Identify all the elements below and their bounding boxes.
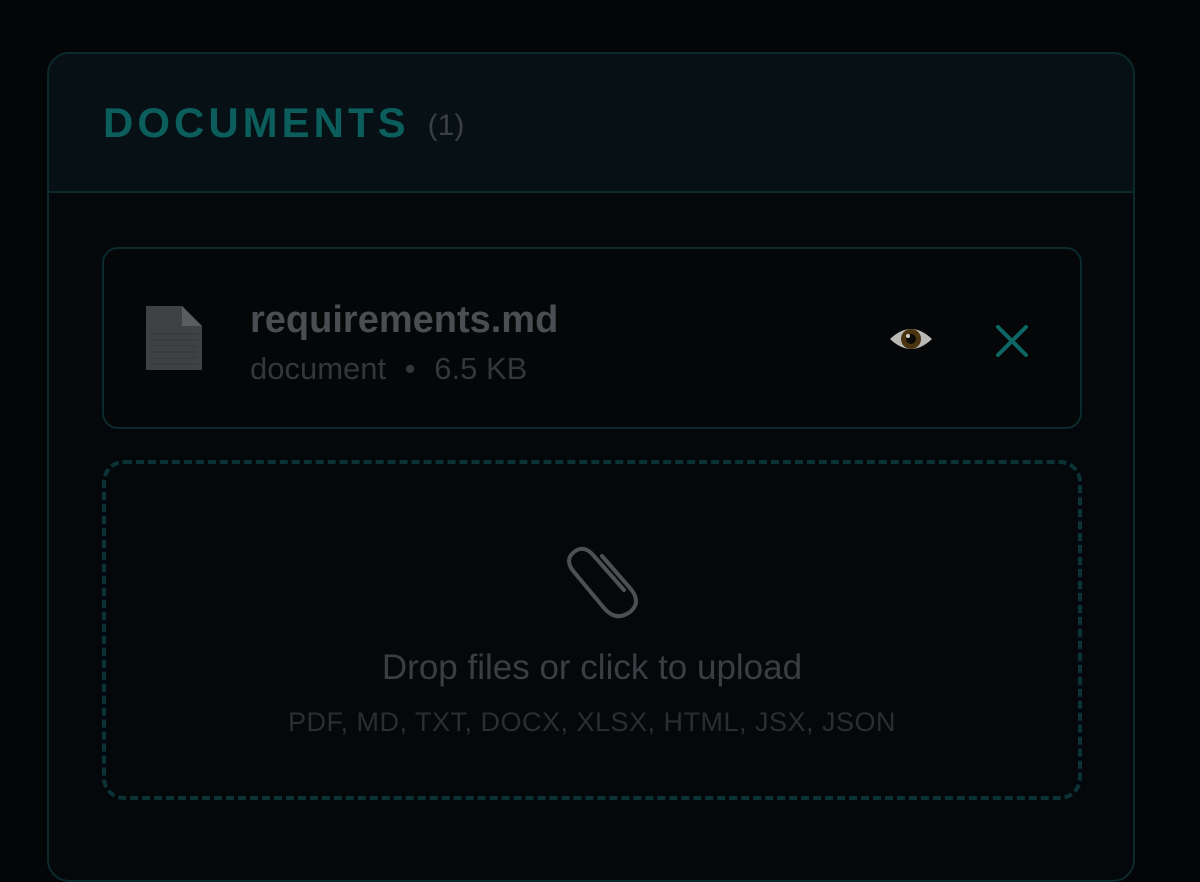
paperclip-icon <box>554 530 644 622</box>
document-icon <box>144 304 204 372</box>
file-size: 6.5 KB <box>434 351 528 386</box>
dropzone-title: Drop files or click to upload <box>381 648 803 687</box>
upload-dropzone[interactable]: Drop files or click to upload PDF, MD, T… <box>102 460 1082 800</box>
close-icon <box>996 325 1028 357</box>
eye-icon <box>890 329 932 349</box>
remove-file-button[interactable] <box>992 321 1032 361</box>
file-card: requirements.md document • 6.5 KB <box>102 247 1082 429</box>
documents-panel: DOCUMENTS (1) requirements.md document • <box>47 52 1135 882</box>
file-name: requirements.md <box>250 299 559 341</box>
file-meta: document • 6.5 KB <box>250 351 527 387</box>
document-count: (1) <box>427 108 465 142</box>
preview-button[interactable] <box>887 319 935 359</box>
panel-title: DOCUMENTS <box>103 98 410 146</box>
accepted-file-types: PDF, MD, TXT, DOCX, XLSX, HTML, JSX, JSO… <box>287 707 897 737</box>
file-type: document <box>250 351 387 386</box>
panel-header: DOCUMENTS (1) <box>49 54 1133 193</box>
meta-separator: • <box>404 351 416 386</box>
